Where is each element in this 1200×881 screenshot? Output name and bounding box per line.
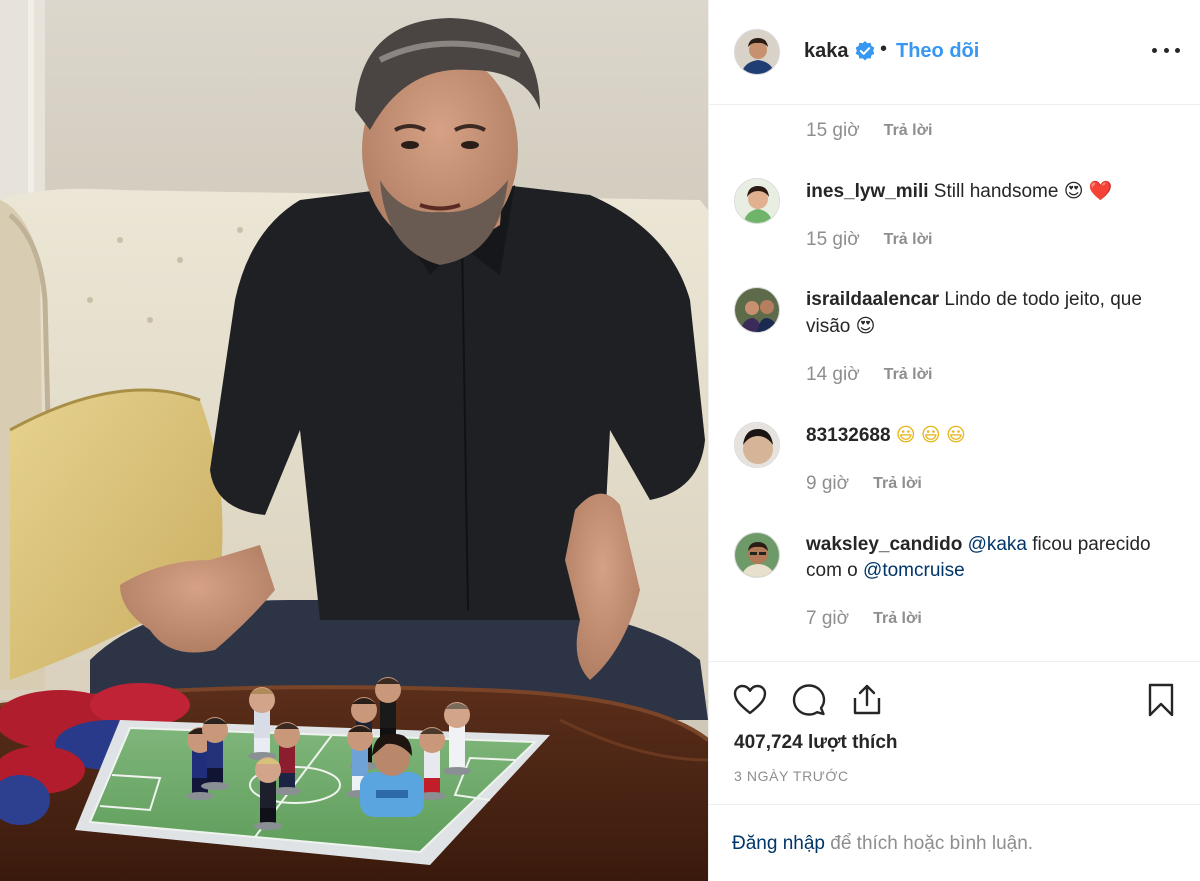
more-options-icon[interactable] [1152,40,1180,60]
comment-time: 15 giờ [806,120,860,141]
mention-link[interactable]: @tomcruise [863,560,965,581]
commenter-avatar[interactable] [734,178,780,224]
grinning-face-emoji: 😃 [946,424,966,446]
comment-body: Still handsome [933,181,1059,202]
post-image-illustration [0,0,708,881]
reply-button[interactable]: Trả lời [873,610,922,628]
like-heart-icon[interactable] [732,682,768,718]
grinning-face-emoji: 😃 [895,424,916,446]
like-count[interactable]: 407,724 lượt thích [734,732,898,754]
save-bookmark-icon[interactable] [1143,682,1179,718]
follow-button[interactable]: Theo dõi [896,40,979,63]
commenter-avatar[interactable] [734,422,780,468]
post-photo[interactable] [0,0,708,881]
reply-button[interactable]: Trả lời [873,475,922,493]
login-prompt-rest: để thích hoặc bình luận. [824,833,1034,854]
post-timestamp[interactable]: 3 NGÀY TRƯỚC [734,768,849,784]
post-sidebar: kaka • Theo dõi 15 giờ Trả lời ines_lyw_… [708,0,1200,881]
commenter-avatar[interactable] [734,287,780,333]
verified-badge-icon [855,41,875,61]
comment-time: 7 giờ [806,608,850,629]
comment-meta: 14 giờ Trả lời [806,364,932,386]
comment-username[interactable]: 83132688 [806,425,891,446]
smiling-face-with-heart-eyes-emoji: 😍 [1063,180,1084,202]
comment-text: israildaalencar Lindo de todo jeito, que… [806,287,1186,340]
comment-time: 14 giờ [806,364,860,385]
comment-username[interactable]: ines_lyw_mili [806,181,929,202]
post-actions: 407,724 lượt thích 3 NGÀY TRƯỚC [709,661,1200,821]
reply-button[interactable]: Trả lời [884,366,933,384]
comment-meta: 15 giờ Trả lời [806,120,932,142]
comment-text: waksley_candido @kaka ficou parecido com… [806,532,1186,584]
comment-meta: 15 giờ Trả lời [806,229,932,251]
header-separator: • [880,38,888,60]
commenter-avatar[interactable] [734,532,780,578]
login-prompt: Đăng nhập để thích hoặc bình luận. [709,804,1200,881]
comments-list[interactable]: 15 giờ Trả lời ines_lyw_mili Still hands… [709,105,1200,661]
comment-text: ines_lyw_mili Still handsome 😍 ❤️ [806,178,1186,205]
comment-time: 15 giờ [806,229,860,250]
comment-username[interactable]: waksley_candido [806,534,962,555]
comment-username[interactable]: israildaalencar [806,289,939,310]
share-icon[interactable] [849,682,885,718]
red-heart-emoji: ❤️ [1088,180,1113,202]
comment-text: 83132688 😃 😃 😃 [806,422,1186,449]
reply-button[interactable]: Trả lời [884,122,933,140]
login-link[interactable]: Đăng nhập [732,833,825,854]
author-avatar[interactable] [734,29,780,75]
smiling-face-with-heart-eyes-emoji: 😍 [855,315,876,337]
mention-link[interactable]: @kaka [968,534,1027,555]
grinning-face-emoji: 😃 [920,424,941,446]
comment-bubble-icon[interactable] [791,682,827,718]
reply-button[interactable]: Trả lời [884,231,933,249]
post-header: kaka • Theo dõi [709,0,1200,105]
comment-meta: 7 giờ Trả lời [806,608,922,630]
author-username[interactable]: kaka [804,40,849,63]
comment-time: 9 giờ [806,473,850,494]
comment-meta: 9 giờ Trả lời [806,473,922,495]
login-prompt-text: Đăng nhập để thích hoặc bình luận. [732,833,1033,855]
